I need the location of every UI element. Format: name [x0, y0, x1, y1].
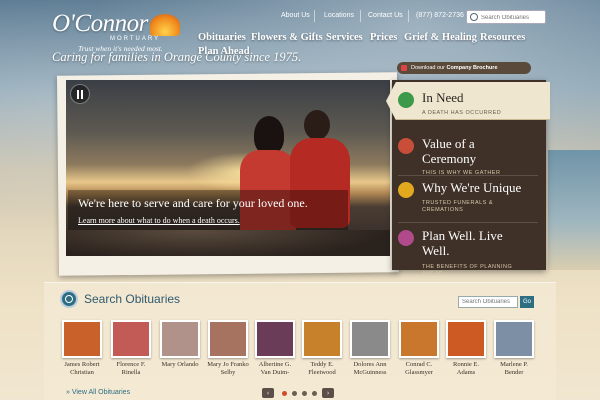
- caring-slogan: Caring for families in Orange County sin…: [52, 50, 302, 64]
- panel-subtitle: THE BENEFITS OF PLANNING AHEAD: [422, 264, 513, 277]
- obituary-photo: [494, 320, 534, 358]
- brochure-download-button[interactable]: Download our Company Brochure: [397, 62, 531, 74]
- obituary-card[interactable]: Ronnie E. Adams: [444, 320, 488, 376]
- logo-subtitle: MORTUARY: [110, 36, 161, 42]
- panel-subtitle: A DEATH HAS OCCURRED: [422, 110, 502, 116]
- obituary-search-go-button[interactable]: Go: [520, 296, 534, 308]
- obituary-photo: [111, 320, 151, 358]
- pager-dot[interactable]: [282, 391, 287, 396]
- pager-dot[interactable]: [312, 391, 317, 396]
- panel-title: Plan Well. Live Well.: [422, 228, 503, 258]
- nav-grief-healing[interactable]: Grief & Healing: [404, 32, 477, 43]
- obituary-name: Conrad C. Glassmyer: [405, 361, 433, 376]
- pager-dot[interactable]: [292, 391, 297, 396]
- previous-arrow-icon[interactable]: ‹: [262, 388, 274, 398]
- panel-title: In Need: [422, 90, 464, 105]
- pause-icon[interactable]: [70, 84, 90, 104]
- obituary-name: Dolores Ann McGuinness: [353, 361, 387, 376]
- obituary-photo: [446, 320, 486, 358]
- nav-obituaries[interactable]: Obituaries: [198, 32, 246, 43]
- panel-subtitle: TRUSTED FUNERALS & CREMATIONS: [422, 200, 494, 213]
- logo-name: O'Connor: [52, 10, 148, 37]
- obituary-card[interactable]: Dolores Ann McGuinness: [348, 320, 392, 376]
- panel-plan-well[interactable]: Plan Well. Live Well. THE BENEFITS OF PL…: [398, 228, 538, 277]
- panel-why-unique[interactable]: Why We're Unique TRUSTED FUNERALS & CREM…: [398, 180, 538, 220]
- divider: [398, 222, 538, 223]
- butterfly-icon: [398, 230, 414, 246]
- obituary-photo: [62, 320, 102, 358]
- sunset-icon: [150, 14, 180, 36]
- rocks: [66, 230, 390, 256]
- obituary-name: Teddy E. Fleetwood: [308, 361, 336, 376]
- obituary-search-input[interactable]: [458, 296, 518, 308]
- hero-headline: We're here to serve and care for your lo…: [78, 196, 308, 210]
- obituary-photo: [302, 320, 342, 358]
- obituary-card[interactable]: Marlene P. Bender: [492, 320, 536, 376]
- nav-flowers-gifts[interactable]: Flowers & Gifts: [251, 32, 323, 43]
- brochure-bold: Company Brochure: [446, 65, 498, 71]
- panel-in-need[interactable]: In Need A DEATH HAS OCCURRED: [398, 90, 538, 120]
- obituary-name: Albertine G. Van Duim-: [258, 361, 292, 376]
- nav-plan-ahead[interactable]: Plan Ahead: [198, 46, 250, 57]
- obituary-photo: [208, 320, 248, 358]
- hero-caption: We're here to serve and care for your lo…: [68, 190, 348, 230]
- panel-title: Why We're Unique: [422, 180, 522, 195]
- obituary-card[interactable]: James Robert Christian: [60, 320, 104, 376]
- obituary-name: Marlene P. Bender: [500, 361, 528, 376]
- obituary-photo: [350, 320, 390, 358]
- obituary-card[interactable]: Florence F. Rinella: [109, 320, 153, 376]
- locations-link[interactable]: Locations: [324, 12, 354, 19]
- header-search-input[interactable]: [481, 12, 544, 23]
- header-search: [466, 10, 546, 24]
- search-icon: [60, 290, 78, 308]
- hero-learn-more-link[interactable]: Learn more about what to do when a death…: [78, 216, 240, 225]
- obituary-photo: [399, 320, 439, 358]
- search-icon: [470, 13, 478, 21]
- obituary-card[interactable]: Albertine G. Van Duim-: [253, 320, 297, 376]
- nav-services[interactable]: Services: [326, 32, 363, 43]
- nav-prices[interactable]: Prices: [370, 32, 397, 43]
- obituary-photo: [255, 320, 295, 358]
- divider: [398, 175, 538, 176]
- obituary-card[interactable]: Mary Orlando: [158, 320, 202, 369]
- flower-icon: [398, 182, 414, 198]
- view-all-obituaries-link[interactable]: » View All Obituaries: [66, 389, 130, 396]
- divider: [360, 10, 361, 22]
- background-sea: [548, 150, 600, 270]
- brochure-label: Download our: [411, 65, 445, 71]
- obituary-name: Ronnie E. Adams: [453, 361, 479, 376]
- divider: [314, 10, 315, 22]
- search-obituaries-title: Search Obituaries: [84, 292, 181, 306]
- pager-dot[interactable]: [302, 391, 307, 396]
- obituary-name: Mary Orlando: [161, 361, 199, 368]
- obituary-photo: [160, 320, 200, 358]
- check-icon: [398, 92, 414, 108]
- obituary-card[interactable]: Conrad C. Glassmyer: [397, 320, 441, 376]
- contact-us-link[interactable]: Contact Us: [368, 12, 403, 19]
- obituary-name: James Robert Christian: [64, 361, 100, 376]
- certificate-icon: [398, 138, 414, 154]
- obituary-name: Florence F. Rinella: [116, 361, 146, 376]
- obituary-card[interactable]: Teddy E. Fleetwood: [300, 320, 344, 376]
- obituary-name: Mary Jo Franko Selby: [207, 361, 249, 376]
- nav-resources[interactable]: Resources: [480, 32, 525, 43]
- phone-number: (877) 872-2736: [416, 12, 464, 19]
- panel-title: Value of a Ceremony: [422, 136, 477, 166]
- pdf-icon: [401, 65, 407, 71]
- about-us-link[interactable]: About Us: [281, 12, 310, 19]
- obituary-card[interactable]: Mary Jo Franko Selby: [206, 320, 250, 376]
- divider: [408, 10, 409, 22]
- next-arrow-icon[interactable]: ›: [322, 388, 334, 398]
